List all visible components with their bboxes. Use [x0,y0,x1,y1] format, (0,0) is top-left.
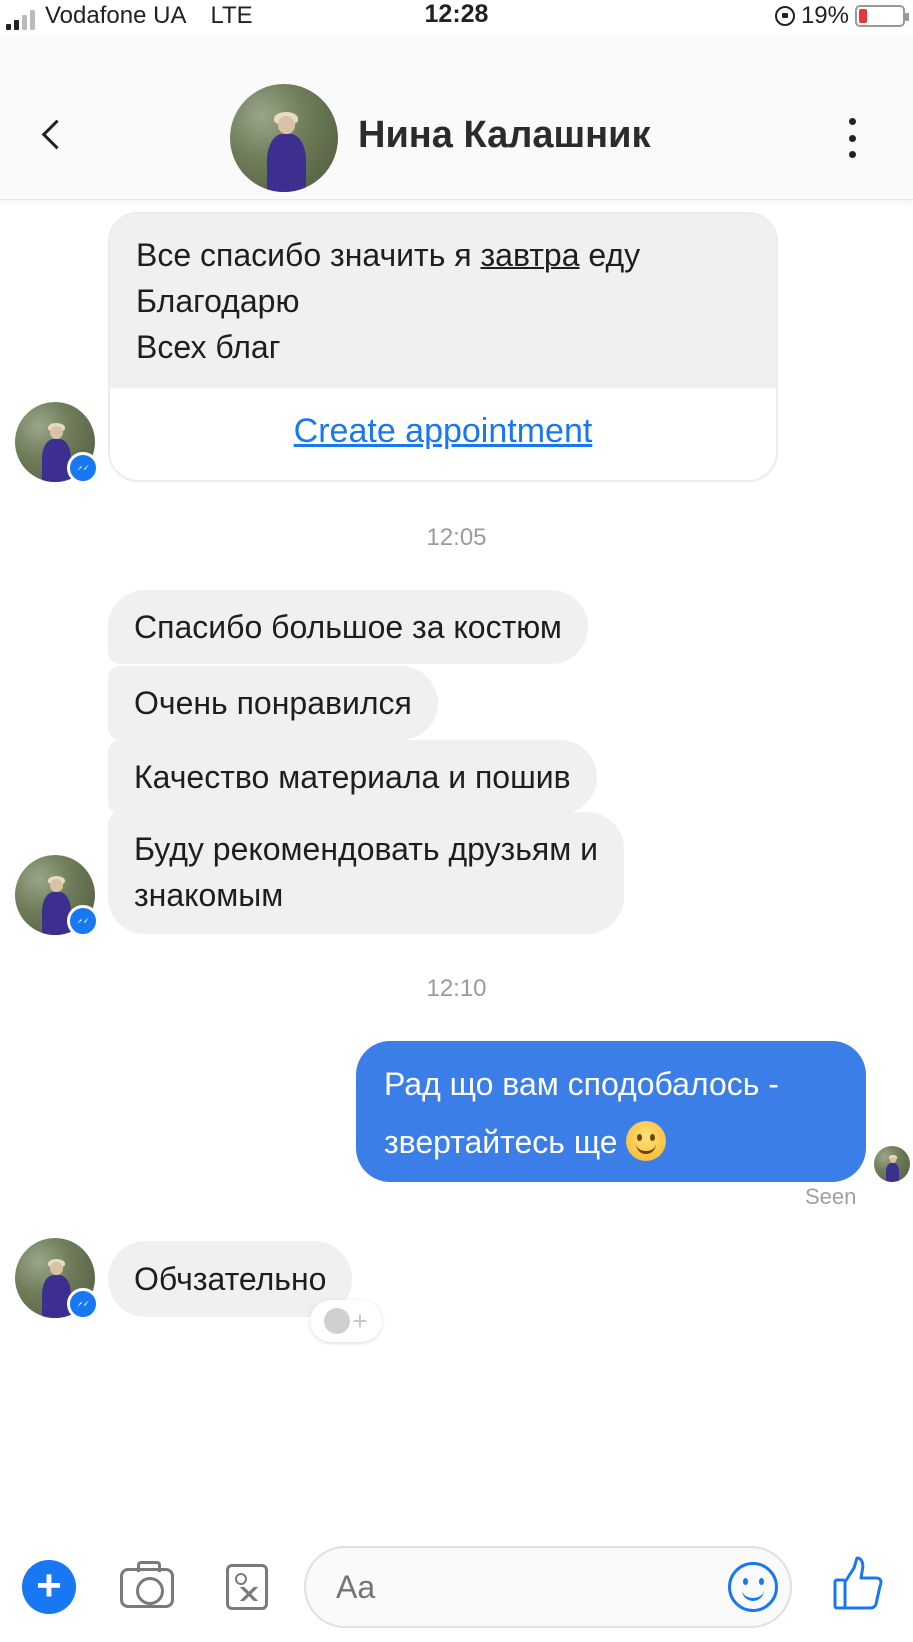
emoji-icon[interactable] [728,1562,778,1612]
card-line-1-after: еду [579,237,641,273]
camera-icon[interactable] [120,1561,174,1608]
battery-icon [855,5,909,27]
status-right: 19% [774,2,909,30]
sender-avatar[interactable] [15,402,99,484]
add-reaction-button[interactable]: + [310,1300,382,1342]
sender-avatar[interactable] [15,1238,99,1320]
message-line: звертайтесь ще [384,1113,838,1171]
card-line-1-before: Все спасибо значить я [136,237,481,273]
messenger-icon [67,1288,99,1320]
message-bubble[interactable]: Качество материала и пошив [108,740,597,814]
rotation-lock-icon [774,6,795,26]
reaction-plus: + [352,1305,368,1336]
sender-avatar[interactable] [15,855,99,937]
message-line: Буду рекомендовать друзьям и [134,831,598,867]
messenger-icon [67,905,99,937]
outgoing-message-bubble[interactable]: Рад що вам сподобалось - звертайтесь ще [356,1041,866,1182]
messenger-icon [67,452,99,484]
message-bubble[interactable]: Очень понравился [108,666,438,740]
message-line: знакомым [134,877,284,913]
timestamp: 12:10 [426,975,487,1002]
card-line-1: Все спасибо значить я завтра еду [136,232,750,278]
battery-percent: 19% [800,2,849,29]
contact-name[interactable]: Нина Калашник [358,114,651,157]
message-bubble[interactable]: Буду рекомендовать друзьям и знакомым [108,812,624,934]
thumbs-up-icon[interactable] [832,1556,884,1612]
message-line-text: звертайтесь ще [384,1124,618,1160]
battery-fill [859,9,868,23]
timestamp: 12:05 [426,524,487,551]
image-icon[interactable] [226,1564,268,1610]
reaction-face-icon [324,1308,351,1334]
card-text: Все спасибо значить я завтра еду Благода… [110,214,776,388]
contact-avatar[interactable] [230,84,338,192]
message-line: Рад що вам сподобалось - [384,1066,779,1102]
plus-icon[interactable]: + [22,1560,76,1614]
card-line-2: Благодарю [136,283,300,319]
chat-header: Нина Калашник [0,34,913,200]
seen-label: Seen [805,1184,857,1209]
more-options-button[interactable] [840,118,864,158]
composer: + [0,1530,913,1642]
create-appointment-link[interactable]: Create appointment [110,412,776,451]
seen-avatar [874,1146,910,1182]
back-button[interactable] [36,116,66,156]
status-bar: Vodafone UA LTE 12:28 19% [0,0,913,34]
message-card: Все спасибо значить я завтра еду Благода… [108,212,778,482]
smiling-face-emoji-icon [626,1121,667,1161]
message-input[interactable] [304,1546,792,1628]
message-bubble[interactable]: Спасибо большое за костюм [108,590,588,664]
card-line-3: Всех благ [136,329,281,365]
date-link[interactable]: завтра [480,237,579,273]
